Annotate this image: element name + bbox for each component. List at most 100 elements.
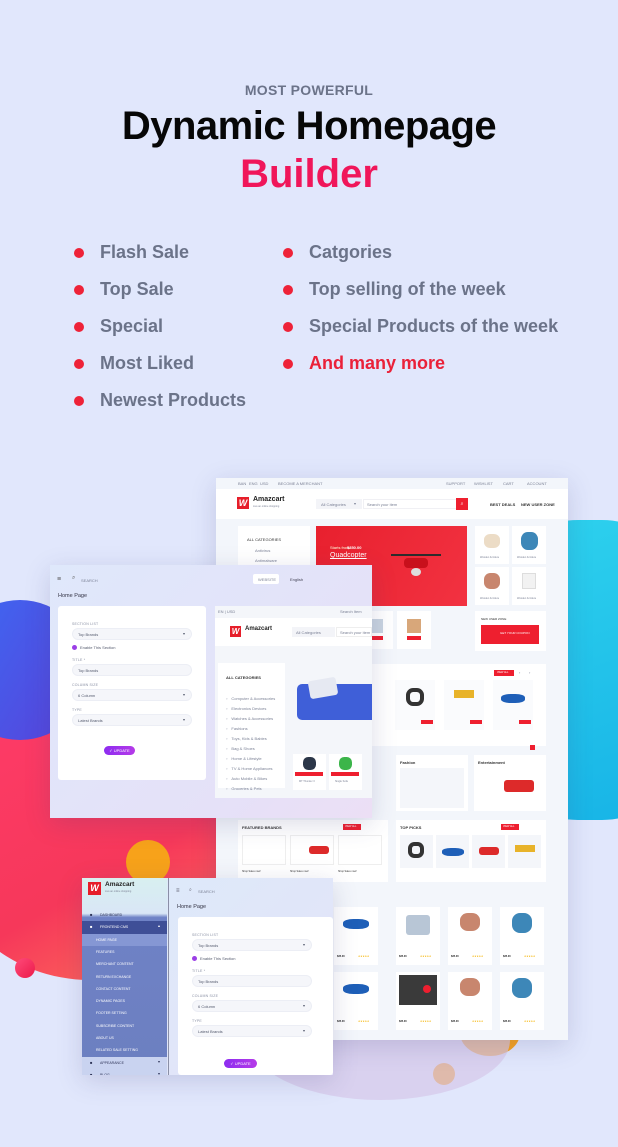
category-select[interactable]: All Categories ▾ (316, 499, 362, 509)
shop-sales-link[interactable]: Shop Sales now! (290, 870, 309, 873)
topbar-item[interactable]: WISHLIST (474, 481, 493, 486)
language-selector[interactable]: English (290, 577, 303, 582)
table-image (407, 619, 421, 633)
sidebar-item-appearance[interactable]: ■ APPEARANCE ▾ (82, 1056, 167, 1069)
pick-tile[interactable] (508, 835, 541, 868)
sidebar-item-blog[interactable]: ■ BLOG ▾ (82, 1068, 167, 1075)
topbar-item[interactable]: ACCOUNT (527, 481, 547, 486)
enable-checkbox[interactable] (72, 645, 77, 650)
pick-tile[interactable] (436, 835, 469, 868)
pick-tile[interactable] (400, 835, 433, 868)
shop-sales-link[interactable]: Shop Sales now! (338, 870, 357, 873)
view-all-button[interactable]: VIEW ALL (343, 824, 361, 830)
type-select[interactable]: Latest Brands ▾ (72, 714, 192, 726)
product-tile[interactable]: Wooden furniture (475, 567, 509, 605)
nav-link[interactable]: NEW USER ZONE (521, 502, 555, 507)
nav-link[interactable]: BEST DEALS (490, 502, 515, 507)
headphones-image (406, 688, 424, 706)
search-icon[interactable]: ⌕ (189, 887, 192, 893)
search-button[interactable]: ⌕ (456, 498, 468, 510)
product-card[interactable]: $35.00 ★★★★★ (500, 907, 544, 965)
title-input[interactable]: Top Brands (72, 664, 192, 676)
sidebar-item-dynamic-pages[interactable]: DYNAMIC PAGES (82, 995, 167, 1007)
preview-topbar: EN | USD (218, 609, 236, 614)
search-input[interactable]: Search your item (336, 627, 372, 637)
product-tile[interactable]: Wooden furniture (512, 526, 546, 564)
category-select[interactable]: All Categories (292, 627, 335, 637)
topbar-item[interactable]: SUPPORT (446, 481, 465, 486)
enable-checkbox[interactable] (192, 956, 197, 961)
banner-title: Quadcopter (330, 552, 367, 559)
next-arrow-icon[interactable]: › (529, 670, 530, 675)
product-tile[interactable]: Wooden furniture (475, 526, 509, 564)
hamburger-icon[interactable]: ≡ (176, 888, 180, 894)
brand-tile[interactable] (338, 835, 382, 865)
preview-product[interactable]: MT Thunder 3 (293, 754, 326, 790)
sidebar-item-contact-content[interactable]: CONTACT CONTENT (82, 983, 167, 995)
enable-label: Enable This Section (200, 956, 236, 961)
topbar-item[interactable]: BAN (238, 481, 246, 486)
product-card[interactable]: $35.00 ★★★★★ (396, 907, 440, 965)
product-card[interactable]: $35.00 ★★★★★ (448, 907, 492, 965)
preview-search-link[interactable]: Search Item (340, 609, 362, 614)
topbar-item[interactable]: CART (503, 481, 514, 486)
shop-sales-link[interactable]: Shop Sales now! (242, 870, 261, 873)
coupon-button[interactable]: GET YOUR COUPON (481, 625, 539, 644)
brand-tile[interactable] (242, 835, 286, 865)
type-select[interactable]: Latest Brands ▾ (192, 1025, 312, 1037)
topbar-item[interactable]: USD (260, 481, 268, 486)
sidebar-item-label: DASHBOARD (100, 913, 123, 917)
product-card[interactable] (493, 680, 533, 730)
view-all-button[interactable]: VIEW ALL (494, 670, 514, 676)
search-input[interactable]: Search your item (363, 499, 457, 509)
sidebar-item-subscribe-content[interactable]: SUBSCRIBE CONTENT (82, 1020, 167, 1032)
hamburger-icon[interactable]: ≡ (57, 576, 61, 583)
product-card[interactable] (395, 680, 435, 730)
website-button[interactable]: WEBSITE (253, 574, 279, 584)
category-item[interactable]: Antimalware (255, 558, 277, 563)
product-tile[interactable] (397, 611, 431, 649)
prev-arrow-icon[interactable]: ‹ (519, 670, 520, 675)
title-input[interactable]: Top Brands (192, 975, 312, 987)
nightstand-image (522, 573, 536, 589)
section-list-select[interactable]: Top Brands ▾ (72, 628, 192, 640)
search-label[interactable]: SEARCH (198, 889, 215, 894)
product-card[interactable]: $35.00 ★★★★★ (500, 972, 544, 1030)
sidebar-item-return-exchange[interactable]: RETURN EXCHANGE (82, 971, 167, 983)
topbar-item[interactable]: ENG (249, 481, 258, 486)
category-item[interactable]: ▫ Groceries & Pets (226, 777, 262, 795)
feature-label: Catgories (309, 242, 393, 262)
update-button[interactable]: ✓ UPDATE (224, 1059, 257, 1068)
sidebar-divider (168, 878, 169, 1075)
pick-tile[interactable] (472, 835, 505, 868)
product-card[interactable]: $35.00 ★★★★★ (396, 972, 440, 1030)
brand-tile[interactable] (290, 835, 334, 865)
product-card[interactable] (444, 680, 484, 730)
search-icon[interactable]: ⌕ (72, 575, 75, 582)
new-user-zone: NEW USER ZONE GET YOUR COUPON (475, 611, 546, 651)
category-item[interactable]: Antivirus (255, 548, 270, 553)
column-size-select[interactable]: 6 Column ▾ (72, 689, 192, 701)
product-card[interactable]: $35.00 ★★★★★ (334, 907, 378, 965)
sidebar-item-related-sale-setting[interactable]: RELATED SALE SETTING (82, 1044, 167, 1056)
product-card[interactable]: $35.00 ★★★★★ (334, 972, 378, 1030)
brand-tagline: Live an online shopping (105, 890, 132, 893)
update-button[interactable]: ✓ UPDATE (104, 746, 135, 755)
sidebar-item-footer-setting[interactable]: FOOTER SETTING (82, 1007, 167, 1019)
sidebar-item-dashboard[interactable]: ■ DASHBOARD (82, 909, 167, 921)
search-label[interactable]: SEARCH (81, 578, 98, 583)
topbar-item[interactable]: BECOME A MERCHANT (278, 481, 322, 486)
sidebar-item-features[interactable]: FEATURES (82, 946, 167, 958)
sidebar-item-label: FOOTER SETTING (96, 1011, 127, 1016)
sidebar-item-frontend-cms[interactable]: ■ FRONTEND CMS ▴ (82, 921, 167, 934)
sidebar-item-about-us[interactable]: ABOUT US (82, 1032, 167, 1044)
view-all-button[interactable]: VIEW ALL (501, 824, 519, 830)
product-tile[interactable]: Wooden furniture (512, 567, 546, 605)
column-size-select[interactable]: 6 Column ▾ (192, 1000, 312, 1012)
section-list-select[interactable]: Top Brands ▾ (192, 939, 312, 951)
pager-active[interactable] (530, 745, 535, 750)
sidebar-item-home-page[interactable]: HOME PAGE (82, 933, 167, 946)
sidebar-item-merchant-content[interactable]: MERCHANT CONTENT (82, 958, 167, 970)
preview-product[interactable]: Single Sofa (329, 754, 362, 790)
product-card[interactable]: $35.00 ★★★★★ (448, 972, 492, 1030)
